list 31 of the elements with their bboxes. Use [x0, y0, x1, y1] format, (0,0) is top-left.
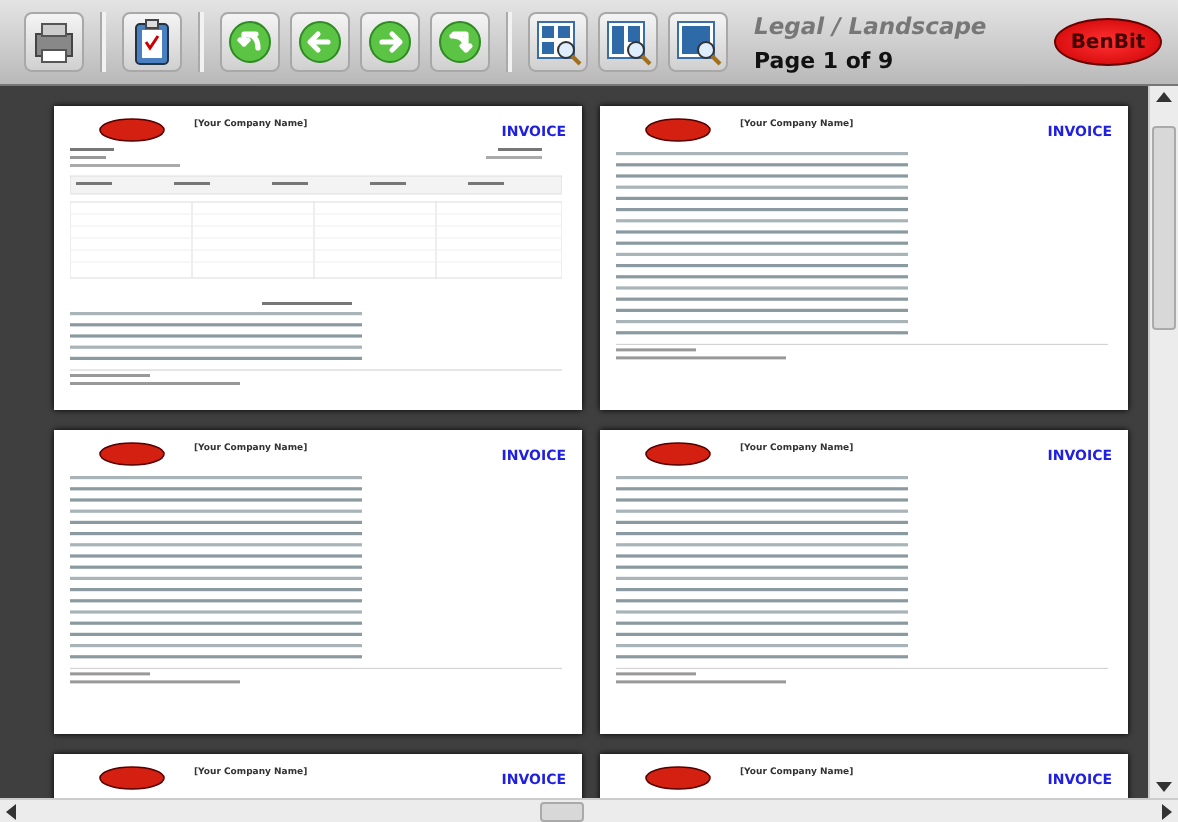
- next-page-button[interactable]: [360, 12, 420, 72]
- previous-page-icon: [298, 20, 342, 64]
- clipboard-icon: [132, 18, 172, 66]
- last-page-button[interactable]: [430, 12, 490, 72]
- vertical-scrollbar[interactable]: [1148, 86, 1178, 798]
- scroll-thumb[interactable]: [1152, 126, 1176, 330]
- logo-icon: [98, 442, 166, 466]
- logo-icon: [98, 766, 166, 790]
- first-page-icon: [228, 20, 272, 64]
- printer-icon: [30, 18, 78, 66]
- logo-icon: [644, 442, 712, 466]
- page-counter: Page 1 of 9: [754, 47, 896, 73]
- single-page-view-button[interactable]: [668, 12, 728, 72]
- report-button[interactable]: [122, 12, 182, 72]
- two-page-view-button[interactable]: [598, 12, 658, 72]
- first-page-button[interactable]: [220, 12, 280, 72]
- grid-view-button[interactable]: [528, 12, 588, 72]
- single-page-zoom-icon: [674, 18, 722, 66]
- last-page-icon: [438, 20, 482, 64]
- logo-icon: [644, 118, 712, 142]
- logo-icon: [644, 766, 712, 790]
- logo-icon: [98, 118, 166, 142]
- scroll-thumb[interactable]: [540, 801, 584, 821]
- next-page-icon: [368, 20, 412, 64]
- two-page-zoom-icon: [604, 18, 652, 66]
- previous-page-button[interactable]: [290, 12, 350, 72]
- grid-zoom-icon: [534, 18, 582, 66]
- logo-text: BenBit: [1070, 31, 1146, 53]
- print-button[interactable]: [24, 12, 84, 72]
- horizontal-scrollbar[interactable]: [0, 798, 1178, 822]
- paper-size-label: Legal / Landscape: [754, 11, 989, 39]
